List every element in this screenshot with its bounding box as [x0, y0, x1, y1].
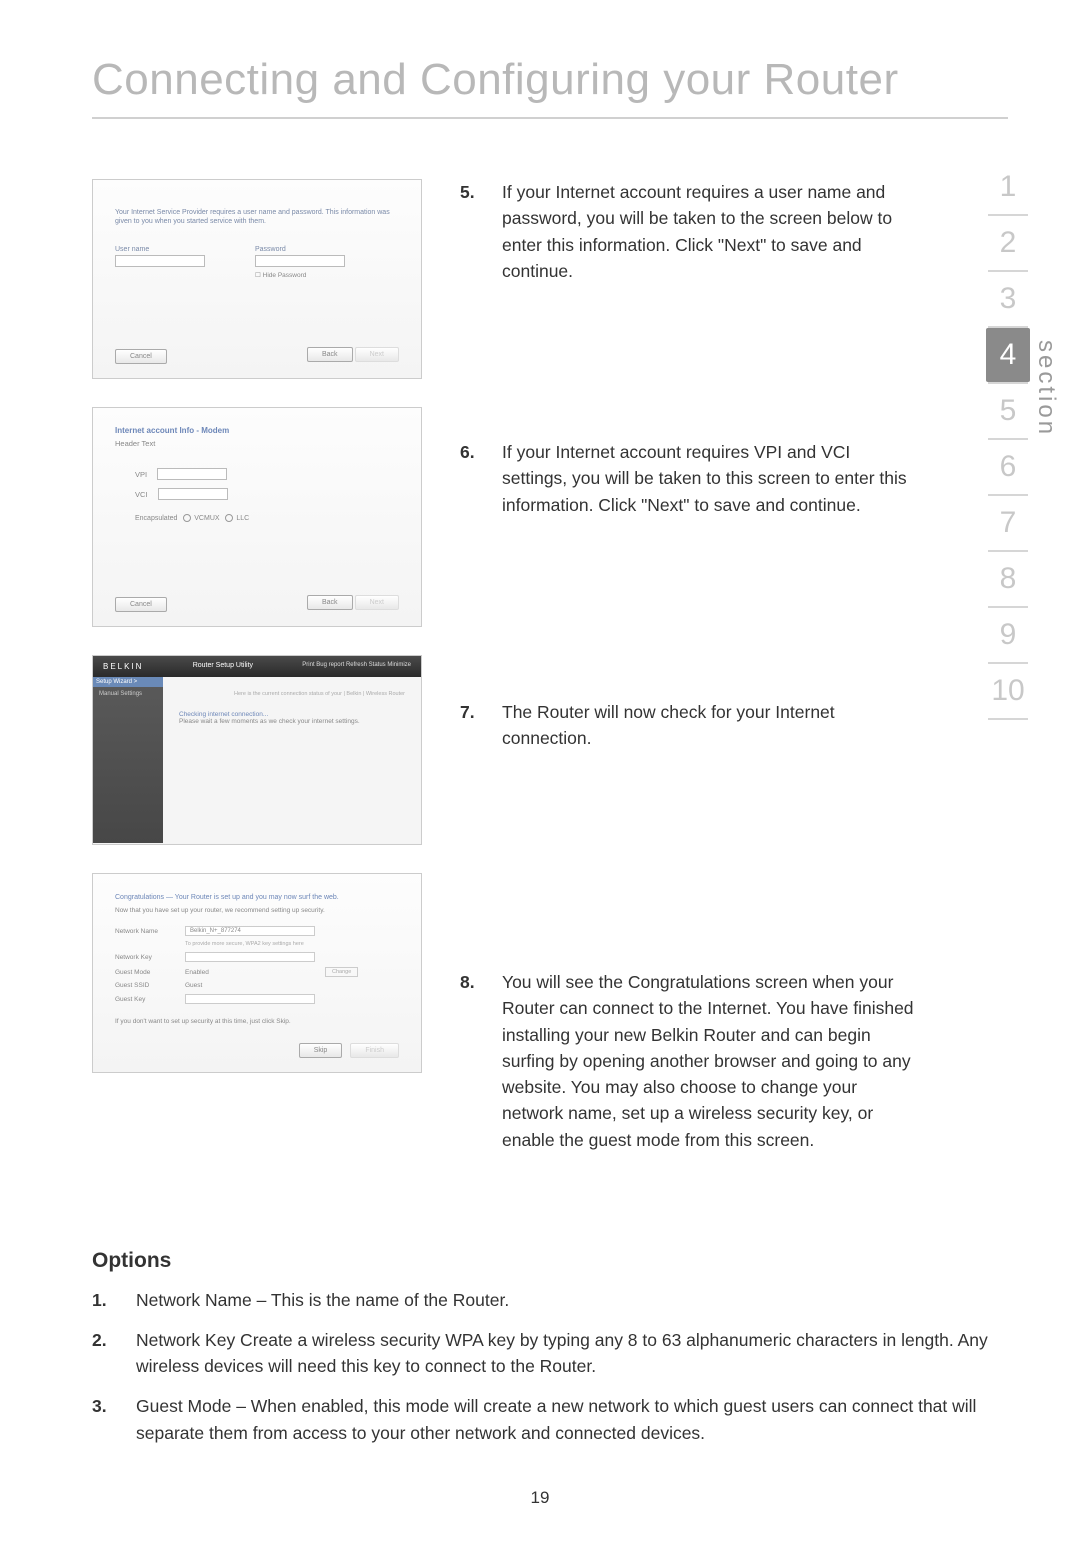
utility-title: Router Setup Utility — [193, 662, 253, 671]
title-underline — [92, 117, 1008, 119]
back-button[interactable]: Back — [307, 595, 353, 610]
vci-label: VCI — [135, 490, 148, 499]
step-5: 5. If your Internet account requires a u… — [460, 179, 918, 379]
username-input[interactable] — [115, 255, 205, 267]
password-label: Password — [255, 246, 286, 253]
breadcrumb: Here is the current connection status of… — [179, 691, 405, 697]
page-title: Connecting and Configuring your Router — [92, 55, 1008, 105]
vci-input[interactable] — [158, 488, 228, 500]
enc-vcmux-radio[interactable] — [183, 514, 191, 522]
enc-llc-radio[interactable] — [225, 514, 233, 522]
guest-key-label: Guest Key — [115, 996, 175, 1003]
step-5-text: If your Internet account requires a user… — [502, 179, 918, 379]
vpi-label: VPI — [135, 470, 147, 479]
options-heading: Options — [92, 1245, 1008, 1277]
guest-key-input[interactable] — [185, 994, 315, 1004]
next-button[interactable]: Next — [355, 595, 399, 610]
network-name-input[interactable]: Belkin_N+_877274 — [185, 926, 315, 936]
username-label: User name — [115, 246, 149, 253]
shot2-sub: Header Text — [115, 439, 399, 448]
step-8-number: 8. — [460, 969, 484, 1179]
network-name-hint: To provide more secure, WPA2 key setting… — [185, 941, 304, 947]
vpi-input[interactable] — [157, 468, 227, 480]
step-6: 6. If your Internet account requires VPI… — [460, 439, 918, 639]
network-key-label: Network Key — [115, 954, 175, 961]
cancel-button[interactable]: Cancel — [115, 597, 167, 612]
options-section: Options 1. Network Name – This is the nam… — [92, 1245, 1008, 1446]
screenshot-checking-connection: BELKIN Router Setup Utility Print Bug re… — [92, 655, 422, 845]
brand-label: BELKIN — [103, 662, 143, 671]
section-label: section — [1032, 340, 1060, 437]
next-button[interactable]: Next — [355, 347, 399, 362]
skip-note: If you don't want to set up security at … — [115, 1018, 399, 1025]
step-7-number: 7. — [460, 699, 484, 909]
step-7: 7. The Router will now check for your In… — [460, 699, 918, 909]
cancel-button[interactable]: Cancel — [115, 349, 167, 364]
enc-vcmux-label: VCMUX — [194, 515, 219, 522]
network-key-input[interactable] — [185, 952, 315, 962]
screenshot-congratulations: Congratulations — Your Router is set up … — [92, 873, 422, 1073]
option-3-number: 3. — [92, 1393, 116, 1446]
congrats-line2: Now that you have set up your router, we… — [115, 907, 399, 914]
option-3-text: Guest Mode – When enabled, this mode wil… — [136, 1393, 1008, 1446]
window-tools[interactable]: Print Bug report Refresh Status Minimize — [302, 662, 411, 671]
option-1-text: Network Name – This is the name of the R… — [136, 1287, 509, 1313]
option-1-number: 1. — [92, 1287, 116, 1313]
page-number: 19 — [0, 1488, 1080, 1508]
finish-button[interactable]: Finish — [350, 1043, 399, 1058]
change-button[interactable]: Change — [325, 967, 358, 977]
checking-line1: Checking internet connection... — [179, 711, 405, 718]
back-button[interactable]: Back — [307, 347, 353, 362]
option-2-text: Network Key Create a wireless security W… — [136, 1327, 1008, 1380]
congrats-line1: Congratulations — Your Router is set up … — [115, 894, 399, 901]
guest-ssid-label: Guest SSID — [115, 982, 175, 989]
screenshot-vpi-vci: Internet account Info - Modem Header Tex… — [92, 407, 422, 627]
sidebar-item-manual-settings[interactable]: Manual Settings — [99, 691, 157, 697]
skip-button[interactable]: Skip — [299, 1043, 343, 1058]
step-8: 8. You will see the Congratulations scre… — [460, 969, 918, 1179]
enc-llc-label: LLC — [236, 515, 249, 522]
encapsulated-label: Encapsulated — [135, 515, 177, 522]
guest-mode-value: Enabled — [185, 969, 315, 976]
shot1-desc: Your Internet Service Provider requires … — [115, 208, 399, 226]
guest-mode-label: Guest Mode — [115, 969, 175, 976]
network-name-label: Network Name — [115, 928, 175, 935]
checking-line2: Please wait a few moments as we check yo… — [179, 718, 405, 725]
step-8-text: You will see the Congratulations screen … — [502, 969, 918, 1179]
hide-password-checkbox[interactable]: ☐ — [255, 272, 261, 279]
screenshot-credentials: Your Internet Service Provider requires … — [92, 179, 422, 379]
shot2-header: Internet account Info - Modem — [115, 426, 399, 435]
step-7-text: The Router will now check for your Inter… — [502, 699, 918, 909]
password-input[interactable] — [255, 255, 345, 267]
option-2-number: 2. — [92, 1327, 116, 1380]
hide-password-label: Hide Password — [263, 272, 307, 279]
sidebar-item-setup-wizard[interactable]: Setup Wizard > — [93, 677, 163, 687]
step-5-number: 5. — [460, 179, 484, 379]
step-6-number: 6. — [460, 439, 484, 639]
guest-ssid-value: Guest — [185, 982, 202, 989]
step-6-text: If your Internet account requires VPI an… — [502, 439, 918, 639]
